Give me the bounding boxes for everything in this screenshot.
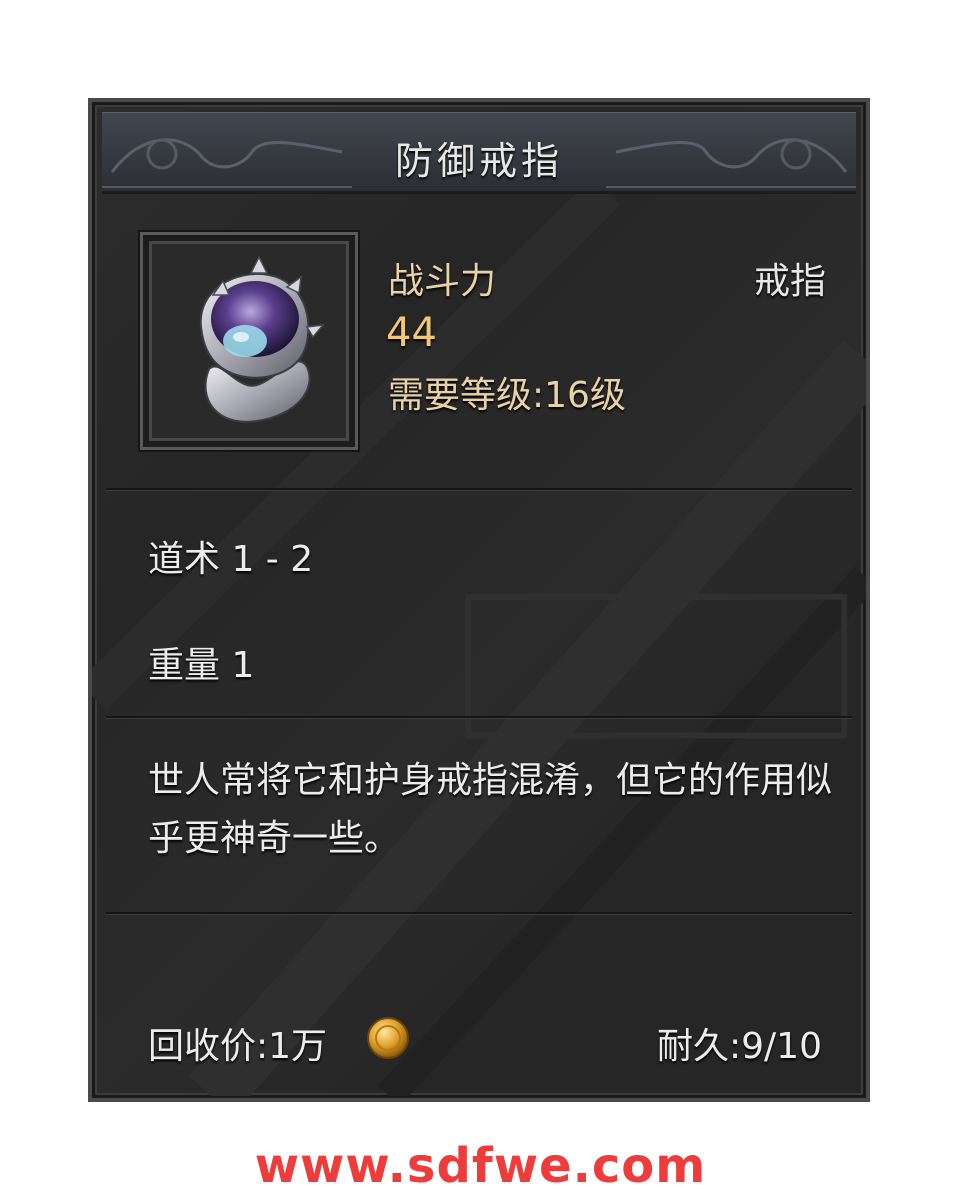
divider — [106, 716, 852, 718]
combat-power-label: 战斗力 — [388, 261, 497, 302]
site-watermark: www.sdfwe.com — [254, 1138, 707, 1194]
divider — [106, 912, 852, 914]
item-name: 防御戒指 — [394, 139, 563, 183]
divider — [106, 488, 852, 490]
ring-icon — [199, 255, 325, 423]
recycle-price: 回收价:1万 — [148, 1026, 328, 1067]
item-type-label: 戒指 — [753, 261, 826, 302]
combat-power-value: 44 — [386, 310, 437, 356]
required-level: 需要等级:16级 — [388, 375, 626, 416]
durability: 耐久:9/10 — [657, 1026, 822, 1067]
item-icon-slot[interactable] — [140, 232, 358, 450]
stat-weight: 重量 1 — [148, 645, 255, 686]
title-bar: 防御戒指 — [102, 112, 856, 194]
stat-taoism: 道术 1 - 2 — [148, 539, 314, 580]
item-description: 世人常将它和护身戒指混淆，但它的作用似乎更神奇一些。 — [148, 760, 833, 859]
item-tooltip-panel: 防御戒指 战斗力 戒指 44 需要等级:16级 道术 1 - 2 重量 1 世人… — [88, 98, 870, 1102]
gold-coin-icon — [367, 1017, 409, 1059]
